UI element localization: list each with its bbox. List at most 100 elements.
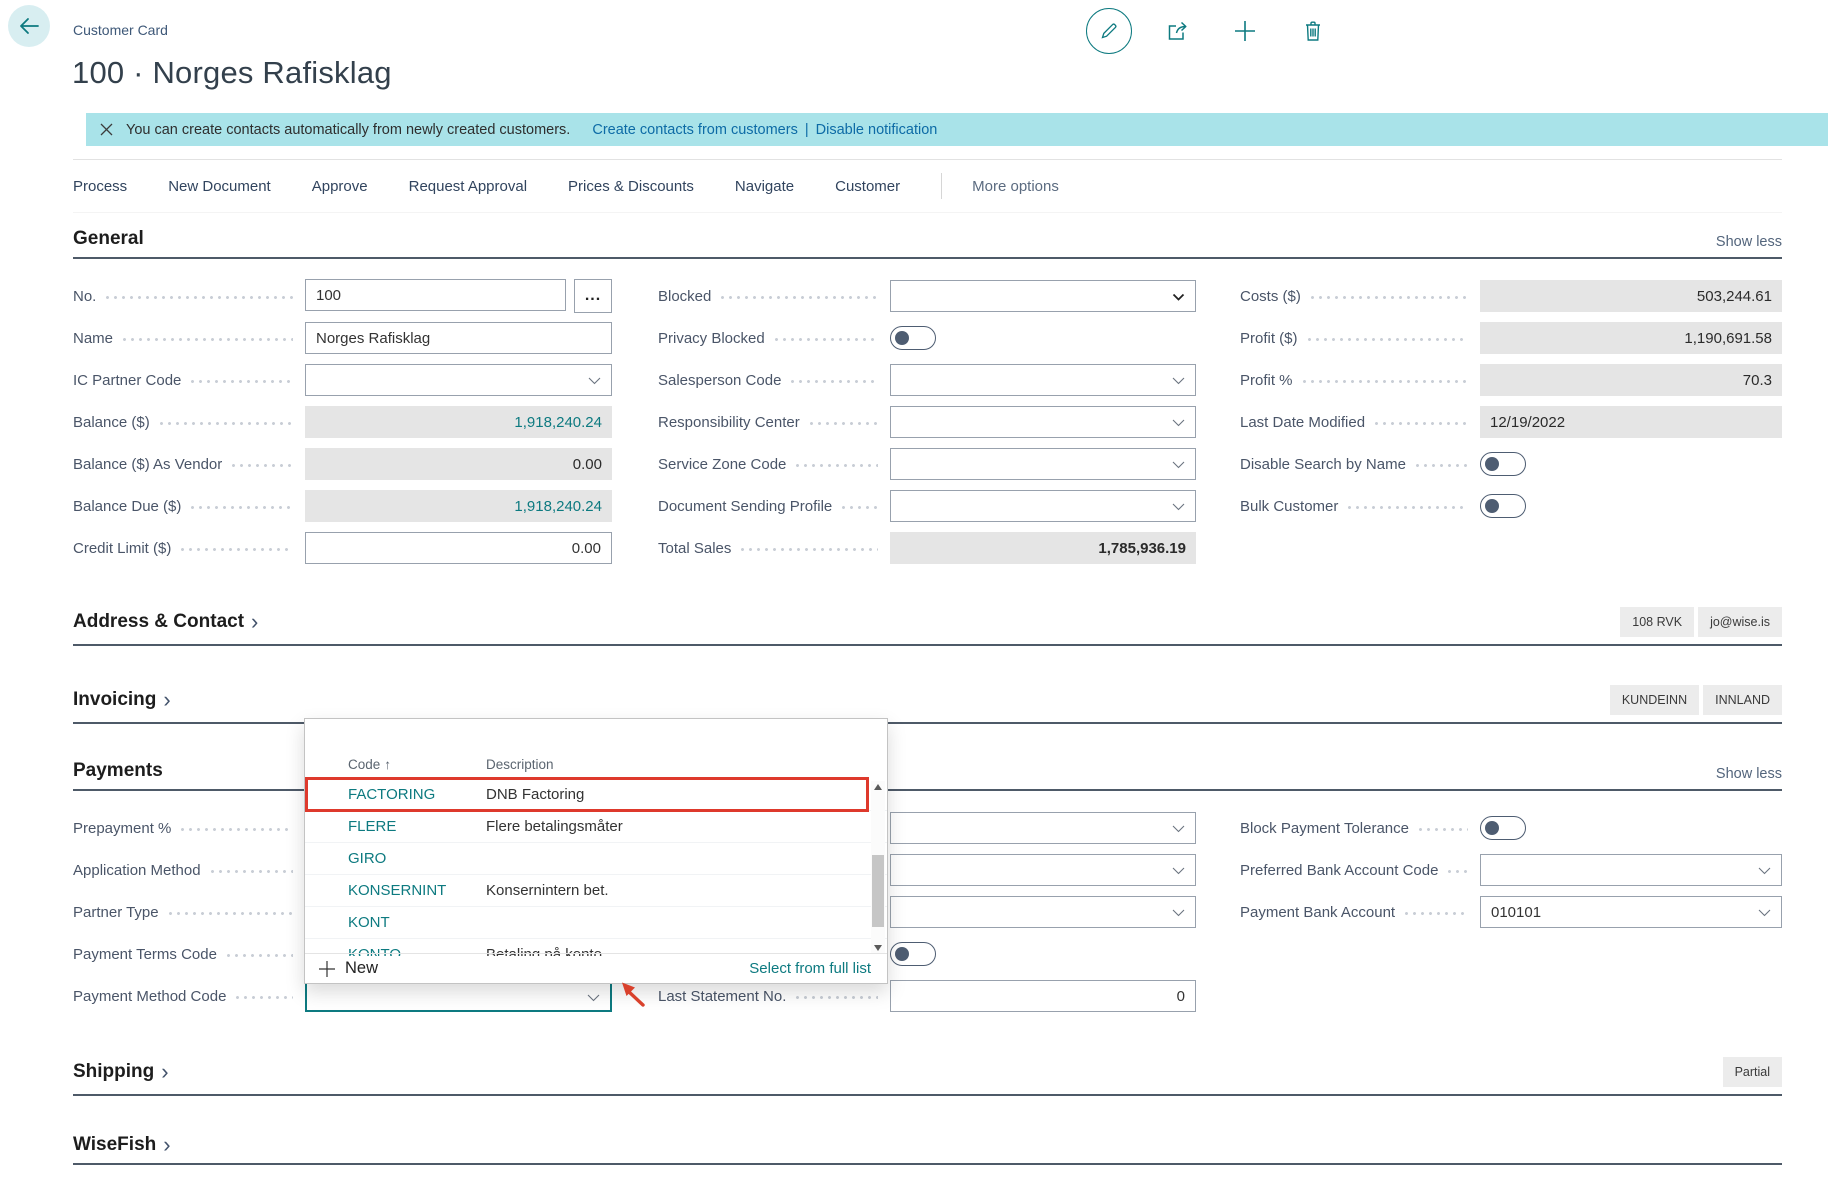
chevron-down-icon (1758, 909, 1771, 918)
block-payment-tolerance-toggle[interactable] (1480, 816, 1526, 840)
privacy-blocked-toggle[interactable] (890, 326, 936, 350)
name-input[interactable]: Norges Rafisklag (305, 322, 612, 354)
chevron-down-icon (587, 994, 600, 1003)
back-arrow-icon (18, 17, 40, 35)
app-caption: Customer Card (73, 22, 168, 38)
share-button[interactable] (1143, 6, 1211, 56)
menu-item-new-document[interactable]: New Document (168, 178, 271, 195)
back-button[interactable] (8, 5, 50, 47)
dropdown-row-konsernint[interactable]: KONSERNINTKonsernintern bet. (305, 875, 887, 907)
dropdown-row-factoring[interactable]: FACTORINGDNB Factoring (305, 779, 887, 811)
field-balance-vendor: Balance ($) As Vendor 0.00 (73, 443, 612, 485)
payments-section-title[interactable]: Payments (73, 760, 163, 782)
new-record-button[interactable] (1211, 6, 1279, 56)
disable-search-by-name-toggle[interactable] (1480, 452, 1526, 476)
field-bulk-customer: Bulk Customer (1240, 485, 1782, 527)
preferred-bank-account-dropdown[interactable] (1480, 854, 1782, 886)
menu-item-prices-discounts[interactable]: Prices & Discounts (568, 178, 694, 195)
trash-icon (1303, 20, 1323, 42)
last-date-modified-value: 12/19/2022 (1480, 406, 1782, 438)
menu-item-request-approval[interactable]: Request Approval (409, 178, 527, 195)
assist-edit-button[interactable]: ... (574, 279, 612, 313)
address-badge-post: 108 RVK (1620, 607, 1694, 637)
salesperson-code-dropdown[interactable] (890, 364, 1196, 396)
invoicing-section-title[interactable]: Invoicing› (73, 689, 171, 711)
payment-method-code-combobox[interactable] (305, 980, 612, 1012)
popup-scrollbar[interactable] (871, 781, 885, 954)
no-input[interactable]: 100 (305, 279, 566, 311)
section-wisefish: WiseFish› (73, 1134, 1782, 1165)
delete-button[interactable] (1279, 6, 1347, 56)
disable-notification-link[interactable]: Disable notification (816, 122, 938, 138)
page-title: 100 · Norges Rafisklag (72, 55, 392, 91)
menu-item-approve[interactable]: Approve (312, 178, 368, 195)
address-contact-section-title[interactable]: Address & Contact› (73, 611, 258, 633)
dropdown-row-kont[interactable]: KONT (305, 907, 887, 939)
last-statement-no-input[interactable]: 0 (890, 980, 1196, 1012)
field-total-sales: Total Sales 1,785,936.19 (658, 527, 1196, 569)
payment-bank-account-dropdown[interactable]: 010101 (1480, 896, 1782, 928)
menu-item-process[interactable]: Process (73, 178, 127, 195)
payments-toggle-mid[interactable] (890, 942, 936, 966)
payments-dropdown-3[interactable] (890, 896, 1196, 928)
credit-limit-input[interactable]: 0.00 (305, 532, 612, 564)
chevron-down-icon (1172, 377, 1185, 386)
balance-value[interactable]: 1,918,240.24 (305, 406, 612, 438)
field-block-payment-tolerance: Block Payment Tolerance (1240, 807, 1782, 849)
general-section-title[interactable]: General (73, 228, 144, 250)
blocked-select[interactable] (890, 280, 1196, 312)
costs-value: 503,244.61 (1480, 280, 1782, 312)
link-separator: | (805, 122, 809, 138)
field-salesperson-code: Salesperson Code (658, 359, 1196, 401)
total-sales-value: 1,785,936.19 (890, 532, 1196, 564)
chevron-right-icon: › (163, 692, 170, 708)
more-options-button[interactable]: More options (972, 178, 1059, 195)
chevron-down-icon (1172, 825, 1185, 834)
field-balance: Balance ($) 1,918,240.24 (73, 401, 612, 443)
create-contacts-link[interactable]: Create contacts from customers (592, 122, 798, 138)
field-privacy-blocked: Privacy Blocked (658, 317, 1196, 359)
share-icon (1165, 20, 1189, 42)
wisefish-section-title[interactable]: WiseFish› (73, 1134, 171, 1156)
field-profit: Profit ($) 1,190,691.58 (1240, 317, 1782, 359)
close-icon[interactable] (86, 123, 126, 136)
chevron-down-icon (1172, 461, 1185, 470)
general-show-less[interactable]: Show less (1716, 234, 1782, 250)
field-costs: Costs ($) 503,244.61 (1240, 275, 1782, 317)
pencil-icon (1086, 8, 1132, 54)
ic-partner-code-dropdown[interactable] (305, 364, 612, 396)
plus-icon (1234, 20, 1256, 42)
payments-dropdown-2[interactable] (890, 854, 1196, 886)
dropdown-row-flere[interactable]: FLEREFlere betalingsmåter (305, 811, 887, 843)
field-name: Name Norges Rafisklag (73, 317, 612, 359)
notification-bar: You can create contacts automatically fr… (86, 113, 1828, 146)
balance-due-value[interactable]: 1,918,240.24 (305, 490, 612, 522)
chevron-right-icon: › (163, 1137, 170, 1153)
select-from-full-list-link[interactable]: Select from full list (749, 960, 871, 977)
menu-item-navigate[interactable]: Navigate (735, 178, 794, 195)
section-general: General Show less No. 100 ... Blocked Co… (73, 228, 1782, 569)
responsibility-center-dropdown[interactable] (890, 406, 1196, 438)
scroll-up-icon[interactable] (871, 781, 885, 793)
field-responsibility-center: Responsibility Center (658, 401, 1196, 443)
payments-show-less[interactable]: Show less (1716, 766, 1782, 782)
edit-button[interactable] (1075, 6, 1143, 56)
dropdown-row-giro[interactable]: GIRO (305, 843, 887, 875)
chevron-down-icon (588, 377, 601, 386)
bulk-customer-toggle[interactable] (1480, 494, 1526, 518)
menu-item-customer[interactable]: Customer (835, 178, 900, 195)
page-actions (1075, 6, 1347, 56)
service-zone-code-dropdown[interactable] (890, 448, 1196, 480)
profit-value: 1,190,691.58 (1480, 322, 1782, 354)
invoicing-badge-customer-group: KUNDEINN (1610, 685, 1699, 715)
document-sending-profile-dropdown[interactable] (890, 490, 1196, 522)
payments-dropdown-1[interactable] (890, 812, 1196, 844)
chevron-down-icon (1172, 293, 1185, 302)
field-ic-partner-code: IC Partner Code (73, 359, 612, 401)
shipping-section-title[interactable]: Shipping› (73, 1061, 169, 1083)
scrollbar-thumb[interactable] (872, 855, 884, 927)
new-button[interactable]: New (319, 959, 378, 978)
shipping-badge-partial: Partial (1723, 1057, 1782, 1087)
column-header-code: Code↑ (348, 757, 486, 772)
chevron-right-icon: › (161, 1064, 168, 1080)
